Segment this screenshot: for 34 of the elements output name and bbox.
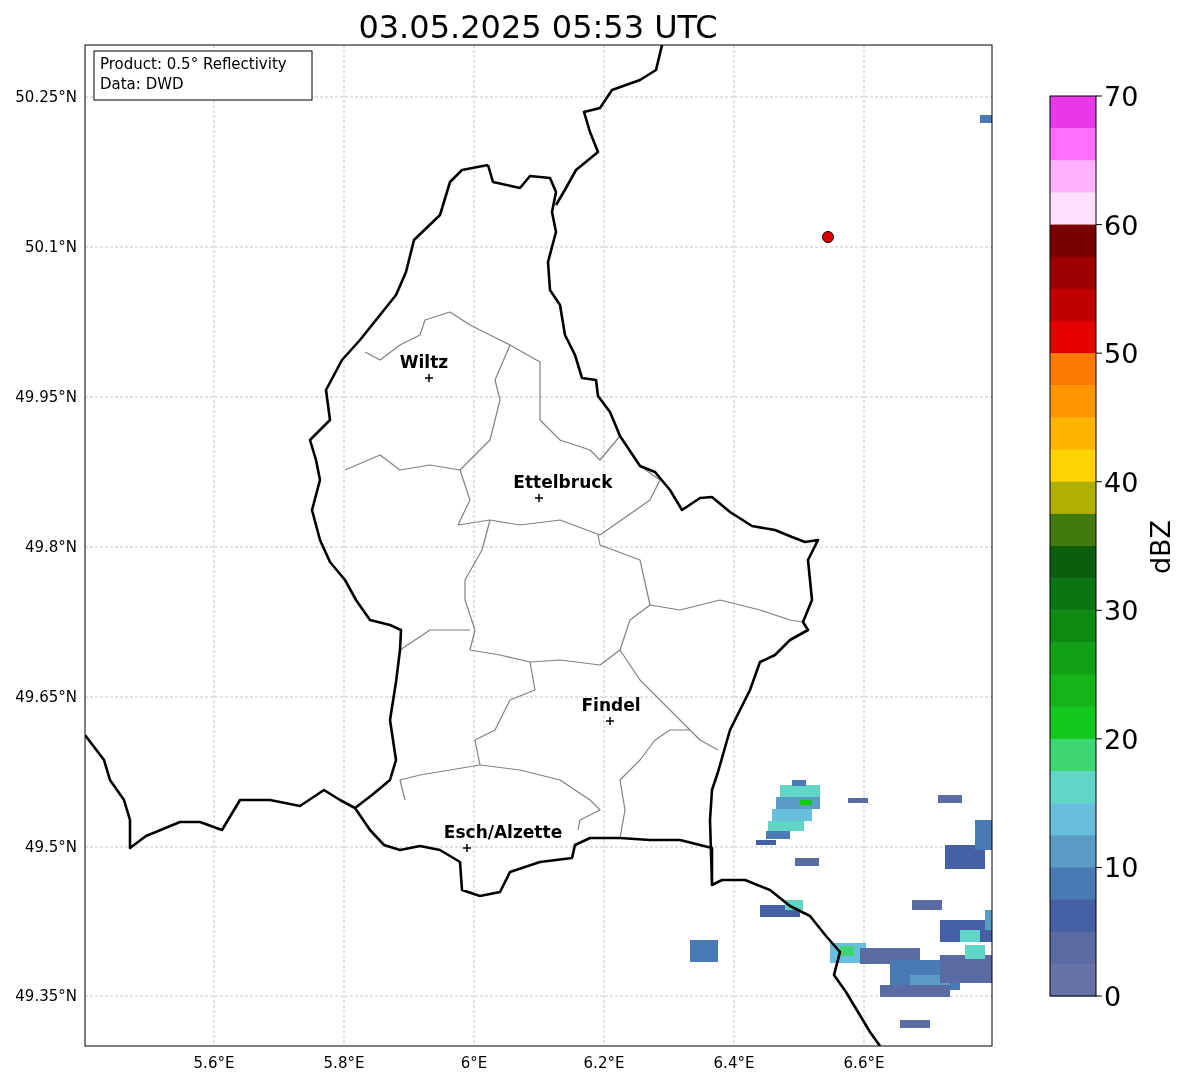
chart-title: 03.05.2025 05:53 UTC [358, 8, 718, 46]
latitude-tick-label: 49.95°N [15, 388, 77, 406]
colorbar-tick-label: 30 [1104, 595, 1139, 627]
info-text: Product: 0.5° Reflectivity [100, 55, 287, 73]
city-label: Ettelbruck [513, 472, 613, 492]
location-marker-icon [822, 231, 834, 243]
longitude-tick-label: 5.6°E [193, 1054, 235, 1072]
colorbar-tick-label: 50 [1104, 338, 1139, 370]
longitude-tick-label: 6.2°E [583, 1054, 625, 1072]
latitude-tick-label: 49.5°N [24, 838, 77, 856]
colorbar-tick-label: 70 [1104, 81, 1139, 112]
latitude-tick-label: 49.65°N [15, 688, 77, 706]
colorbar-tick-label: 20 [1104, 723, 1139, 755]
latitude-tick-label: 49.8°N [24, 538, 77, 556]
city-marker-icon [534, 493, 544, 503]
longitude-tick-label: 6.4°E [713, 1054, 755, 1072]
colorbar-label: dBZ [1145, 519, 1176, 575]
city-marker-icon [424, 373, 434, 383]
city-marker-icon [605, 716, 615, 726]
info-text: Data: DWD [100, 75, 184, 93]
longitude-tick-label: 6°E [460, 1054, 488, 1072]
latitude-tick-label: 50.25°N [15, 88, 77, 106]
colorbar-tick-label: 40 [1104, 466, 1139, 498]
longitude-tick-label: 5.8°E [323, 1054, 365, 1072]
colorbar-tick-label: 10 [1104, 852, 1139, 884]
city-label: Findel [581, 695, 641, 715]
colorbar-tick-label: 60 [1104, 209, 1139, 241]
latitude-tick-label: 50.1°N [24, 238, 77, 256]
latitude-tick-label: 49.35°N [15, 987, 77, 1005]
city-label: Esch/Alzette [443, 822, 563, 842]
city-marker-icon [462, 843, 472, 853]
longitude-tick-label: 6.6°E [843, 1054, 885, 1072]
city-label: Wiltz [399, 352, 449, 372]
colorbar-tick-label: 0 [1104, 981, 1122, 1012]
